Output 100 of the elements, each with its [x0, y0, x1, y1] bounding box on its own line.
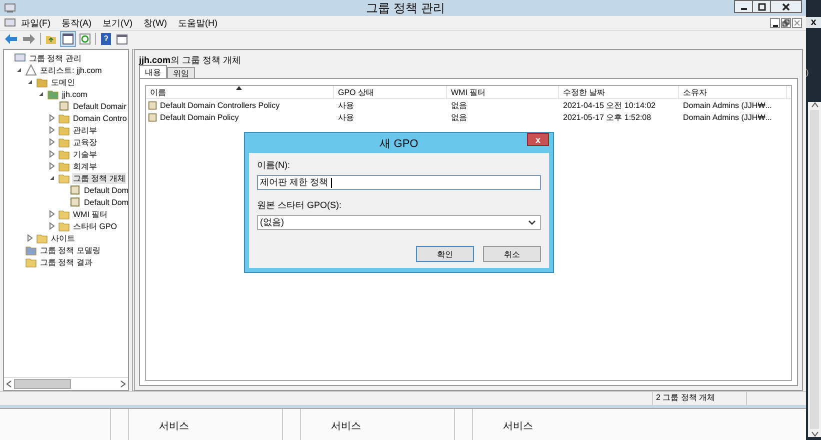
panel-icon[interactable] [61, 32, 75, 46]
status-text: 2 그룹 정책 개체 [652, 392, 746, 405]
table-cell: 사용 [338, 112, 354, 122]
field-label: 원본 스타터 GPO(S): [257, 199, 343, 212]
console-icon [4, 2, 16, 14]
tree-item[interactable]: 도메인 [50, 76, 76, 88]
expand-arrow-icon[interactable] [48, 126, 56, 134]
column-header: 서비스 [159, 421, 189, 432]
tree-item[interactable]: 사이트 [50, 232, 76, 244]
console-icon[interactable] [4, 17, 16, 29]
window-title: 그룹 정책 관리 [365, 0, 446, 16]
starter-gpo-dropdown[interactable]: (없음) [257, 215, 541, 230]
minimize-icon [740, 8, 746, 10]
panel-icon[interactable] [116, 33, 128, 45]
tab[interactable]: 내용 [139, 65, 167, 78]
table-cell: 사용 [338, 100, 354, 110]
vertical-scrollbar[interactable] [808, 102, 821, 437]
collapse-arrow-icon[interactable] [26, 78, 34, 86]
tree-item[interactable]: 그룹 정책 개체 [72, 172, 126, 184]
collapse-arrow-icon[interactable] [48, 174, 56, 182]
close-button[interactable]: x [527, 133, 549, 146]
tree-item[interactable]: 포리스트: jjh.com [39, 64, 103, 76]
text-fragment: ) [806, 68, 810, 77]
refresh-icon[interactable] [79, 33, 91, 45]
scroll-icon [147, 112, 158, 122]
forward-arrow-icon[interactable] [22, 33, 36, 45]
folder-icon [58, 208, 70, 220]
expand-arrow-icon[interactable] [48, 114, 56, 122]
folder-icon [58, 148, 70, 160]
folder-icon [58, 136, 70, 148]
cancel-button[interactable]: 취소 [483, 246, 541, 262]
table-cell: 2021-04-15 오전 10:14:02 [563, 100, 656, 110]
scroll-icon [69, 196, 81, 208]
maximize-button[interactable] [752, 0, 771, 13]
folder-icon [58, 124, 70, 136]
tree-item[interactable]: 관리부 [72, 124, 98, 136]
maximize-icon [756, 2, 766, 12]
tree-item[interactable]: Domain Contro [72, 114, 128, 122]
tree-item[interactable]: 스타터 GPO [72, 220, 118, 232]
table-cell: 없음 [451, 112, 467, 122]
menu-item[interactable]: 창(W) [144, 16, 167, 30]
tree-item[interactable]: 기술부 [72, 148, 98, 160]
minimize-icon [772, 24, 778, 26]
folder-up-icon[interactable] [45, 33, 57, 45]
tree-item[interactable]: 그룹 정책 결과 [39, 256, 94, 268]
expand-arrow-icon[interactable] [48, 162, 56, 170]
scroll-icon [147, 100, 158, 110]
tree-item[interactable]: Default Dom [83, 198, 128, 206]
tab[interactable]: 위임 [167, 67, 195, 78]
back-arrow-icon[interactable] [4, 33, 18, 45]
minimize-button[interactable] [734, 0, 753, 13]
expand-arrow-icon[interactable] [26, 234, 34, 242]
column-header[interactable]: 수정한 날짜 [563, 86, 606, 98]
restore-icon [782, 19, 790, 27]
tree-item[interactable]: jjh.com [61, 90, 88, 98]
column-header: 서비스 [331, 421, 361, 432]
panel-heading: jjh.com의 그룹 정책 개체 [139, 54, 242, 65]
expand-arrow-icon[interactable] [48, 150, 56, 158]
folder-icon [25, 244, 37, 256]
folder-icon [58, 172, 70, 184]
folder-icon [36, 76, 48, 88]
tree-item[interactable]: 교육장 [72, 136, 98, 148]
restore-button[interactable] [781, 18, 791, 28]
help-icon[interactable] [100, 33, 112, 45]
horizontal-scrollbar[interactable] [4, 377, 128, 390]
minimize-button[interactable] [770, 18, 780, 28]
table-cell: Domain Admins (JJH₩... [683, 112, 772, 122]
menu-item[interactable]: 파일(F) [21, 16, 50, 30]
folder-icon [58, 220, 70, 232]
tree-item[interactable]: WMI 필터 [72, 208, 109, 220]
column-header[interactable]: 소유자 [683, 86, 707, 98]
close-icon [781, 2, 791, 12]
close-button[interactable] [770, 0, 802, 13]
collapse-arrow-icon[interactable] [15, 66, 23, 74]
menu-item[interactable]: 동작(A) [62, 16, 92, 30]
table-cell: Default Domain Controllers Policy [160, 100, 280, 110]
folder-icon [25, 256, 37, 268]
close-icon [793, 19, 801, 27]
scroll-icon [58, 100, 70, 112]
menu-item[interactable]: 보기(V) [102, 16, 132, 30]
column-header[interactable]: 이름 [150, 86, 166, 98]
table-cell: 2021-05-17 오후 1:52:08 [563, 112, 652, 122]
menu-item[interactable]: 도움말(H) [178, 16, 218, 30]
column-header[interactable]: WMI 필터 [451, 86, 486, 98]
tree-item[interactable]: 그룹 정책 관리 [28, 52, 82, 64]
expand-arrow-icon[interactable] [48, 222, 56, 230]
tree-item[interactable]: Default Domair [72, 102, 128, 110]
collapse-arrow-icon[interactable] [37, 90, 45, 98]
tree-item[interactable]: Default Dom [83, 186, 128, 194]
name-field[interactable]: 제어판 제한 정책 [257, 175, 541, 190]
expand-arrow-icon[interactable] [48, 210, 56, 218]
close-button[interactable]: x [806, 17, 821, 28]
console-icon [14, 52, 26, 64]
folder-icon [36, 232, 48, 244]
expand-arrow-icon[interactable] [48, 138, 56, 146]
table-cell: Domain Admins (JJH₩... [683, 100, 772, 110]
tree-item[interactable]: 그룹 정책 모델링 [39, 244, 102, 256]
column-header[interactable]: GPO 상태 [338, 86, 374, 98]
tree-item[interactable]: 회계부 [72, 160, 98, 172]
ok-button[interactable]: 확인 [416, 246, 474, 262]
